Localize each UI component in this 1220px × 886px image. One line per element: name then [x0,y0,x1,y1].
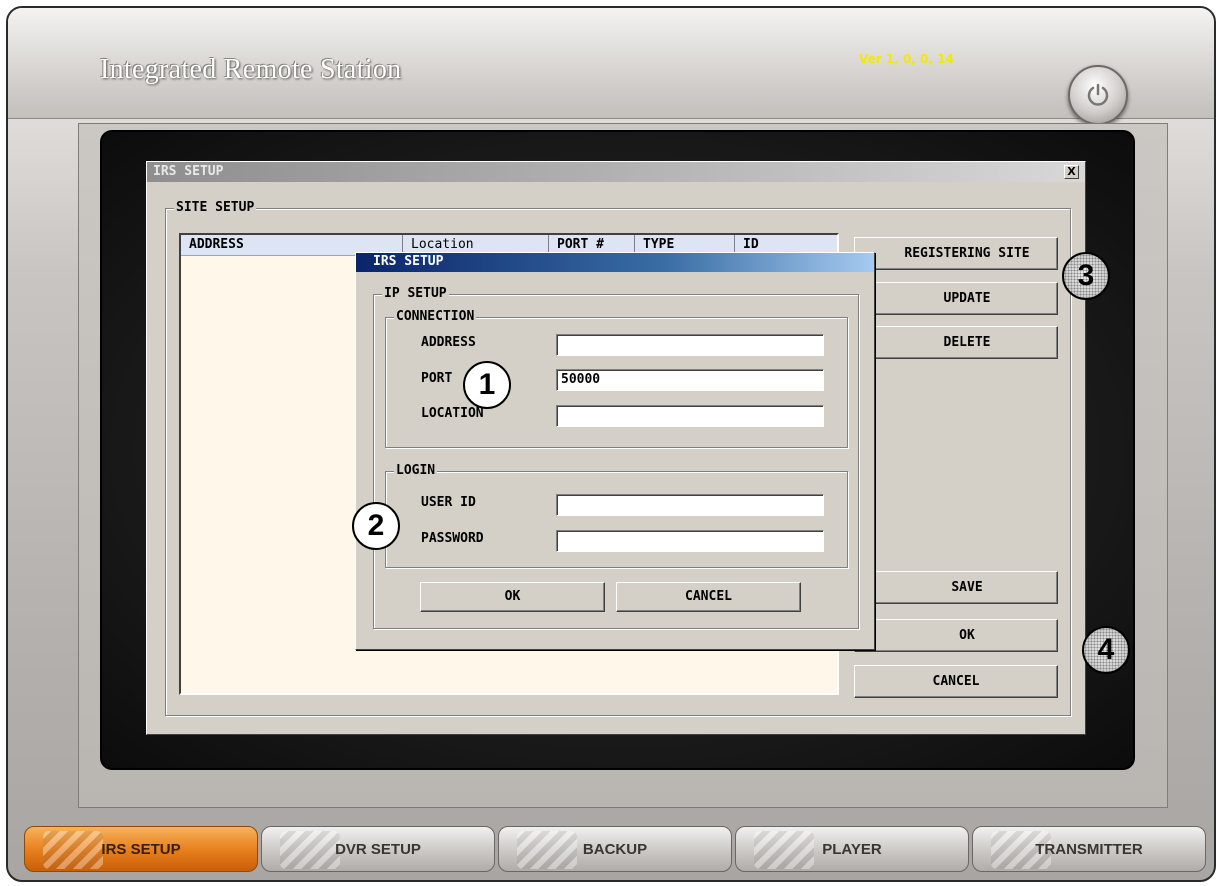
tab-backup[interactable]: BACKUP [498,826,732,872]
version-label: Ver 1, 0, 0, 14 [859,52,954,66]
registering-site-button[interactable]: REGISTERING SITE [854,237,1058,270]
password-label: PASSWORD [421,531,484,546]
location-field[interactable] [556,405,824,427]
app-title: Integrated Remote Station [100,54,402,85]
callout-1: 1 [463,361,511,409]
tab-stripe-icon [43,831,103,869]
tab-dvr-setup[interactable]: DVR SETUP [261,826,495,872]
close-button[interactable]: X [1064,165,1079,179]
close-icon: X [1067,165,1076,178]
port-field[interactable]: 50000 [556,369,824,391]
tab-label: DVR SETUP [335,841,421,858]
dialog-cancel-button[interactable]: CANCEL [616,582,801,612]
callout-4: 4 [1082,626,1130,674]
dialog-title: IRS SETUP [373,254,444,269]
tab-stripe-icon [280,831,340,869]
login-label: LOGIN [394,463,438,479]
address-label: ADDRESS [421,335,476,350]
tab-transmitter[interactable]: TRANSMITTER [972,826,1206,872]
window-titlebar: IRS SETUP X [147,162,1085,182]
tab-irs-setup[interactable]: IRS SETUP [24,826,258,872]
tab-stripe-icon [754,831,814,869]
cancel-button[interactable]: CANCEL [854,665,1058,698]
tab-label: BACKUP [582,841,648,858]
tab-player[interactable]: PLAYER [735,826,969,872]
power-button[interactable] [1068,65,1128,125]
address-field[interactable] [556,334,824,356]
user-id-field[interactable] [556,494,824,516]
delete-button[interactable]: DELETE [854,326,1058,359]
login-group: LOGIN [385,463,848,568]
user-id-label: USER ID [421,495,476,510]
callout-2: 2 [352,502,400,550]
update-button[interactable]: UPDATE [854,282,1058,315]
main-tab-bar: IRS SETUP DVR SETUP BACKUP PLAYER TRANSM… [6,826,1216,878]
ok-button[interactable]: OK [854,619,1058,652]
dialog-ok-button[interactable]: OK [420,582,605,612]
callout-3: 3 [1062,252,1110,300]
tab-label: PLAYER [822,841,882,858]
password-field[interactable] [556,530,824,552]
dialog-titlebar: IRS SETUP [356,253,874,272]
port-label: PORT [421,371,453,386]
tab-label: IRS SETUP [101,841,181,858]
tab-label: TRANSMITTER [1035,841,1143,858]
title-bar: Integrated Remote Station Ver 1, 0, 0, 1… [8,8,1214,119]
ip-setup-dialog: IRS SETUP IP SETUP CONNECTION ADDRESS PO… [355,252,875,650]
connection-label: CONNECTION [394,309,477,325]
window-title: IRS SETUP [153,164,224,179]
tab-stripe-icon [517,831,577,869]
ip-setup-label: IP SETUP [382,286,449,302]
location-label: LOCATION [421,406,484,421]
power-icon [1087,83,1109,106]
save-button[interactable]: SAVE [854,571,1058,604]
site-setup-label: SITE SETUP [174,200,257,216]
